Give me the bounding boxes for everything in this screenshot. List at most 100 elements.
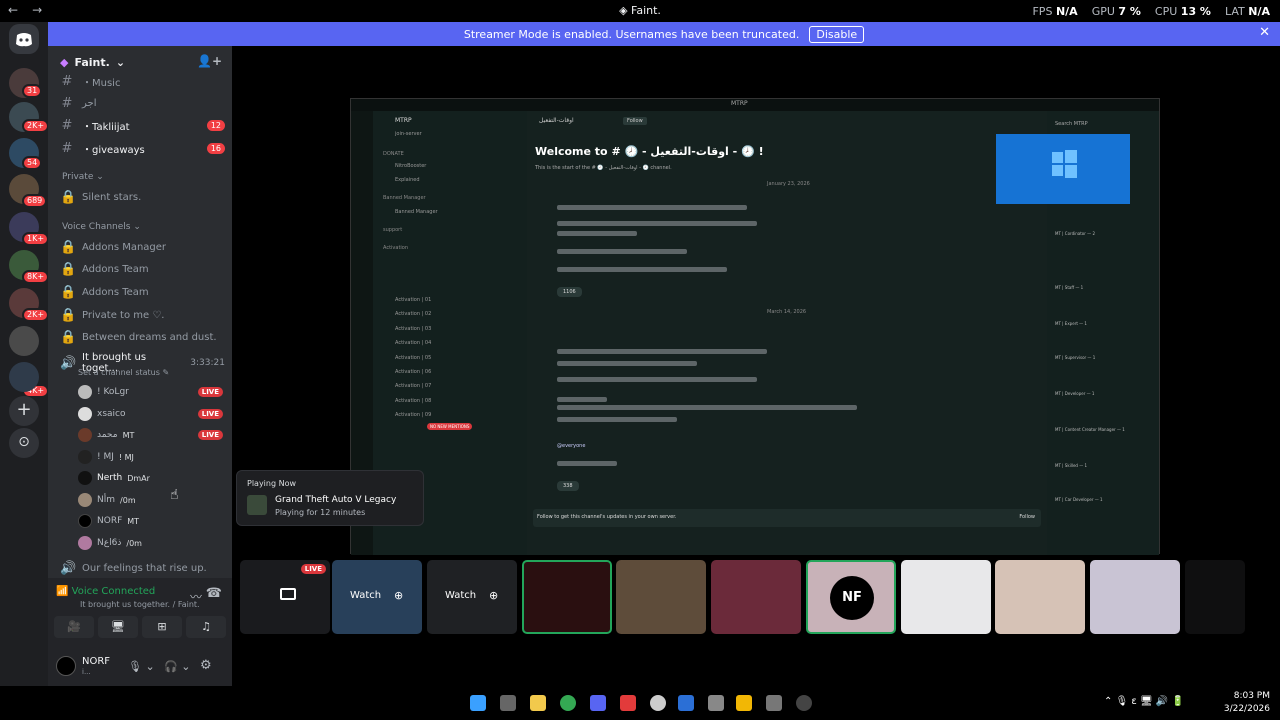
hash-icon: # (61, 141, 73, 156)
channel-item[interactable]: # ・Music (60, 74, 225, 89)
avatar (78, 450, 92, 464)
avatar (78, 407, 92, 421)
voice-channel-item[interactable]: 🔒 Between dreams and dust. (60, 330, 225, 345)
server-icon[interactable] (9, 326, 39, 356)
app-icon[interactable] (620, 695, 636, 711)
voice-channel-item[interactable]: 🔒 Addons Manager (60, 240, 225, 255)
participant-tile[interactable]: NF (806, 560, 896, 634)
nf-avatar: NF (830, 576, 874, 620)
live-badge: LIVE (197, 430, 223, 440)
soundboard-button[interactable]: ♫ (186, 616, 226, 638)
voice-user[interactable]: Nعlذ6/0m (78, 536, 223, 550)
disconnect-icon[interactable]: ☎ (206, 586, 222, 601)
app-icon[interactable] (708, 695, 724, 711)
stream-titlebar: MTRP (351, 99, 1159, 111)
discord-home-icon[interactable] (9, 24, 39, 54)
channel-sidebar: ◆ Faint. ⌄ 👤+ # ・Music # اجر # ・Takliijat 12… (48, 46, 232, 686)
microphone-icon[interactable]: 🎙 ⌄ (128, 660, 155, 673)
voice-user[interactable]: Nأm/0m (78, 493, 223, 507)
avatar (78, 514, 92, 528)
category-private[interactable]: Private ⌄ (62, 172, 104, 182)
category-voice[interactable]: Voice Channels ⌄ (62, 222, 141, 232)
voice-user[interactable]: Nerth DmAr (78, 471, 223, 485)
voice-channel-item[interactable]: 🔒 Addons Team (60, 262, 225, 277)
invite-people-icon[interactable]: 👤+ (197, 54, 222, 68)
watch-button[interactable]: Watch (350, 590, 381, 601)
server-badge-icon: ◆ (60, 55, 69, 69)
add-server-icon[interactable]: + (9, 396, 39, 426)
app-icon[interactable] (766, 695, 782, 711)
game-title: Grand Theft Auto V Legacy (275, 495, 397, 505)
voice-connection-panel: 📶 Voice Connected It brought us together… (48, 578, 232, 686)
zoom-icon[interactable]: ⊕ (394, 589, 403, 602)
chevron-down-icon: ⌄ (115, 55, 126, 69)
steam-icon[interactable] (650, 695, 666, 711)
server-name: Faint. (74, 55, 110, 69)
participant-tile[interactable] (616, 560, 706, 634)
search-icon[interactable] (500, 695, 516, 711)
voice-user[interactable]: ﻣﺤﻤﺪ MT LIVE (78, 428, 223, 442)
app-icon[interactable] (796, 695, 812, 711)
stream-thumbnail[interactable]: LIVE (240, 560, 330, 634)
voice-connected-label: 📶 Voice Connected (56, 586, 156, 597)
system-clock[interactable]: 8:03 PM 3/22/2026 (1224, 690, 1270, 716)
voice-channel-item[interactable]: 🔒 Addons Team (60, 285, 225, 300)
channel-item[interactable]: # ・Takliijat 12 (60, 118, 225, 133)
user-avatar[interactable] (56, 656, 76, 676)
windows-start-icon[interactable] (470, 695, 486, 711)
camera-toggle-button[interactable]: 🎥 (54, 616, 94, 638)
user-name: NORF (82, 656, 111, 667)
tray-icons[interactable]: ⌃ 🎙 ε 🖥 🔊 🔋 (1104, 696, 1184, 707)
lock-icon: 🔒 (60, 285, 77, 300)
stream-video[interactable]: MTRP MTRP join-server DONATE NitroBooste… (350, 98, 1160, 555)
participant-tile[interactable] (901, 560, 991, 634)
participant-tile[interactable] (1185, 560, 1245, 634)
file-explorer-icon[interactable] (530, 695, 546, 711)
user-status: i... (82, 668, 91, 676)
mention-badge: 2K+ (22, 119, 50, 133)
server-icon: ◈ (619, 4, 628, 17)
watch-button[interactable]: Watch (445, 590, 476, 601)
chrome-icon[interactable] (560, 695, 576, 711)
activities-button[interactable]: ⊞ (142, 616, 182, 638)
disable-button[interactable]: Disable (809, 25, 865, 43)
avatar (78, 493, 92, 507)
close-icon[interactable]: ✕ (1259, 25, 1270, 40)
noise-suppression-icon[interactable]: 〰 (190, 588, 202, 605)
screen-share-button[interactable]: 🖥 (98, 616, 138, 638)
mouse-cursor: ☝ (170, 487, 179, 503)
voice-channel-path[interactable]: It brought us together. / Faint. (80, 600, 200, 609)
lock-icon: 🔒 (60, 190, 77, 205)
stream-thumbnail[interactable]: Watch ⊕ (332, 560, 422, 634)
voice-user[interactable]: ! KoLgr LIVE (78, 385, 223, 399)
mention-badge: 31 (22, 84, 43, 98)
mention-badge: 54 (22, 156, 43, 170)
voice-channel-item[interactable]: 🔒 Private to me ♡. (60, 308, 225, 323)
channel-status-input[interactable]: Set a channel status ✎ (78, 368, 169, 377)
avatar (78, 471, 92, 485)
participant-tile[interactable] (522, 560, 612, 634)
mention-badge: 2K+ (22, 308, 50, 322)
speaker-icon: 🔊 (60, 561, 77, 576)
channel-item[interactable]: # اجر (60, 96, 225, 111)
participant-tile[interactable] (1090, 560, 1180, 634)
streamer-mode-banner: Streamer Mode is enabled. Usernames have… (48, 22, 1280, 46)
app-icon[interactable] (678, 695, 694, 711)
voice-channel-item[interactable]: 🔊 Our feelings that rise up. (60, 561, 225, 576)
settings-gear-icon[interactable]: ⚙ (200, 658, 212, 673)
participant-tile[interactable] (995, 560, 1085, 634)
explore-icon[interactable]: ⊙ (9, 428, 39, 458)
server-icon[interactable] (9, 362, 39, 392)
discord-icon[interactable] (590, 695, 606, 711)
stream-thumbnail[interactable]: Watch ⊕ (427, 560, 517, 634)
voice-user[interactable]: xsaico LIVE (78, 407, 223, 421)
participant-tile[interactable] (711, 560, 801, 634)
voice-user[interactable]: NORF MT (78, 514, 223, 528)
channel-item[interactable]: 🔒 Silent stars. (60, 190, 225, 205)
channel-item[interactable]: # ・giveaways 16 (60, 141, 225, 156)
voice-user[interactable]: ! MJ! MJ (78, 450, 223, 464)
mention-badge: 689 (22, 194, 48, 208)
rockstar-icon[interactable] (736, 695, 752, 711)
zoom-icon[interactable]: ⊕ (489, 589, 498, 602)
headphones-icon[interactable]: 🎧 ⌄ (164, 660, 190, 673)
